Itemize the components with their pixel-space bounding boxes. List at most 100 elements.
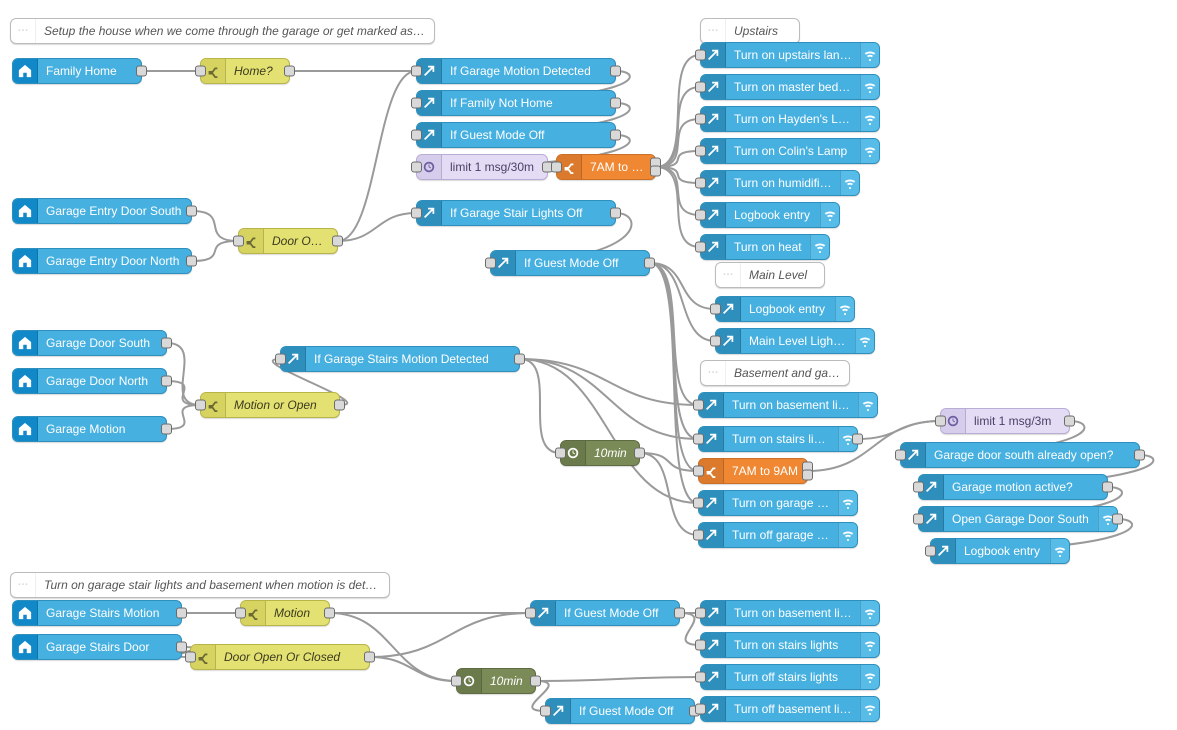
port-out[interactable] [1134,450,1145,461]
port-out[interactable] [650,165,661,176]
node-f2_stairs_off[interactable]: Turn off stairs lights [700,664,880,690]
node-t10min2[interactable]: 10min [456,668,536,694]
node-up_log[interactable]: Logbook entry [700,202,840,228]
node-gd_south[interactable]: Garage Door South [12,330,167,356]
port-out[interactable] [364,652,375,663]
port-in[interactable] [195,66,206,77]
port-in[interactable] [695,146,706,157]
node-g_motion[interactable]: Garage Motion [12,416,167,442]
port-in[interactable] [411,130,422,141]
port-out[interactable] [186,206,197,217]
node-home_q[interactable]: Home? [200,58,290,84]
port-in[interactable] [695,114,706,125]
node-c4[interactable]: Basement and garage [700,360,850,386]
node-gs_motion[interactable]: Garage Stairs Motion [12,600,182,626]
port-in[interactable] [693,434,704,445]
node-t7_21[interactable]: 7AM to 9PM [556,154,656,180]
port-in[interactable] [695,608,706,619]
port-in[interactable] [695,178,706,189]
node-ge_south[interactable]: Garage Entry Door South [12,198,192,224]
port-out[interactable] [1064,416,1075,427]
node-f2_basement_on[interactable]: Turn on basement lights [700,600,880,626]
node-bg_basement_on[interactable]: Turn on basement lights [698,392,878,418]
port-in[interactable] [233,236,244,247]
port-out[interactable] [176,642,187,653]
port-in[interactable] [451,676,462,687]
port-in[interactable] [485,258,496,269]
port-out[interactable] [634,448,645,459]
port-out[interactable] [514,354,525,365]
port-in[interactable] [693,400,704,411]
node-up_colin[interactable]: Turn on Colin's Lamp [700,138,880,164]
port-in[interactable] [693,530,704,541]
node-if_gs_motion[interactable]: If Garage Stairs Motion Detected [280,346,520,372]
node-limit3[interactable]: limit 1 msg/3m [940,408,1070,434]
node-up_hayden[interactable]: Turn on Hayden's Lamp [700,106,880,132]
port-in[interactable] [275,354,286,365]
port-out[interactable] [530,676,541,687]
port-in[interactable] [693,498,704,509]
port-out[interactable] [334,400,345,411]
port-in[interactable] [185,652,196,663]
node-c5[interactable]: Turn on garage stair lights and basement… [10,572,390,598]
port-in[interactable] [235,608,246,619]
node-t7_9[interactable]: 7AM to 9AM [698,458,808,484]
node-family_home[interactable]: Family Home [12,58,142,84]
port-out[interactable] [284,66,295,77]
node-if_guest_off3[interactable]: If Guest Mode Off [530,600,680,626]
node-bg_stairs_on[interactable]: Turn on stairs lights [698,426,858,452]
node-f2_stairs_on[interactable]: Turn on stairs lights [700,632,880,658]
port-out[interactable] [332,236,343,247]
port-out[interactable] [161,376,172,387]
port-out[interactable] [852,434,863,445]
node-up_landing[interactable]: Turn on upstairs landing [700,42,880,68]
node-bg_garage_off[interactable]: Turn off garage lights [698,522,858,548]
port-out[interactable] [610,130,621,141]
port-in[interactable] [525,608,536,619]
port-in[interactable] [925,546,936,557]
node-ml_lights[interactable]: Main Level Lights on [715,328,875,354]
port-in[interactable] [695,210,706,221]
node-c3[interactable]: Main Level [715,262,825,288]
port-in[interactable] [913,514,924,525]
node-up_humid[interactable]: Turn on humidifiers [700,170,860,196]
node-q_gm_active[interactable]: Garage motion active? [918,474,1108,500]
node-if_gsl_off[interactable]: If Garage Stair Lights Off [416,200,616,226]
node-if_guest_off2[interactable]: If Guest Mode Off [490,250,650,276]
port-in[interactable] [895,450,906,461]
node-up_heat[interactable]: Turn on heat [700,234,830,260]
port-in[interactable] [695,640,706,651]
port-in[interactable] [195,400,206,411]
port-out[interactable] [324,608,335,619]
port-out[interactable] [1112,514,1123,525]
port-out[interactable] [674,608,685,619]
port-in[interactable] [411,98,422,109]
port-in[interactable] [411,66,422,77]
port-in[interactable] [695,242,706,253]
port-in[interactable] [935,416,946,427]
node-ml_log[interactable]: Logbook entry [715,296,855,322]
node-c2[interactable]: Upstairs [700,18,800,44]
node-if_g_motion[interactable]: If Garage Motion Detected [416,58,616,84]
node-if_guest_off1[interactable]: If Guest Mode Off [416,122,616,148]
port-in[interactable] [555,448,566,459]
node-t10min1[interactable]: 10min [560,440,640,466]
port-in[interactable] [695,704,706,715]
port-in[interactable] [551,162,562,173]
node-bg_garage_on[interactable]: Turn on garage lights [698,490,858,516]
port-in[interactable] [411,208,422,219]
port-out[interactable] [161,424,172,435]
node-gds_log[interactable]: Logbook entry [930,538,1070,564]
port-out[interactable] [136,66,147,77]
node-ge_north[interactable]: Garage Entry Door North [12,248,192,274]
port-in[interactable] [695,50,706,61]
node-c1[interactable]: Setup the house when we come through the… [10,18,435,44]
port-out[interactable] [610,208,621,219]
port-out[interactable] [610,98,621,109]
port-in[interactable] [695,672,706,683]
node-limit30[interactable]: limit 1 msg/30m [416,154,548,180]
node-up_master[interactable]: Turn on master bedroom [700,74,880,100]
port-out[interactable] [186,256,197,267]
node-gd_north[interactable]: Garage Door North [12,368,167,394]
port-in[interactable] [693,466,704,477]
